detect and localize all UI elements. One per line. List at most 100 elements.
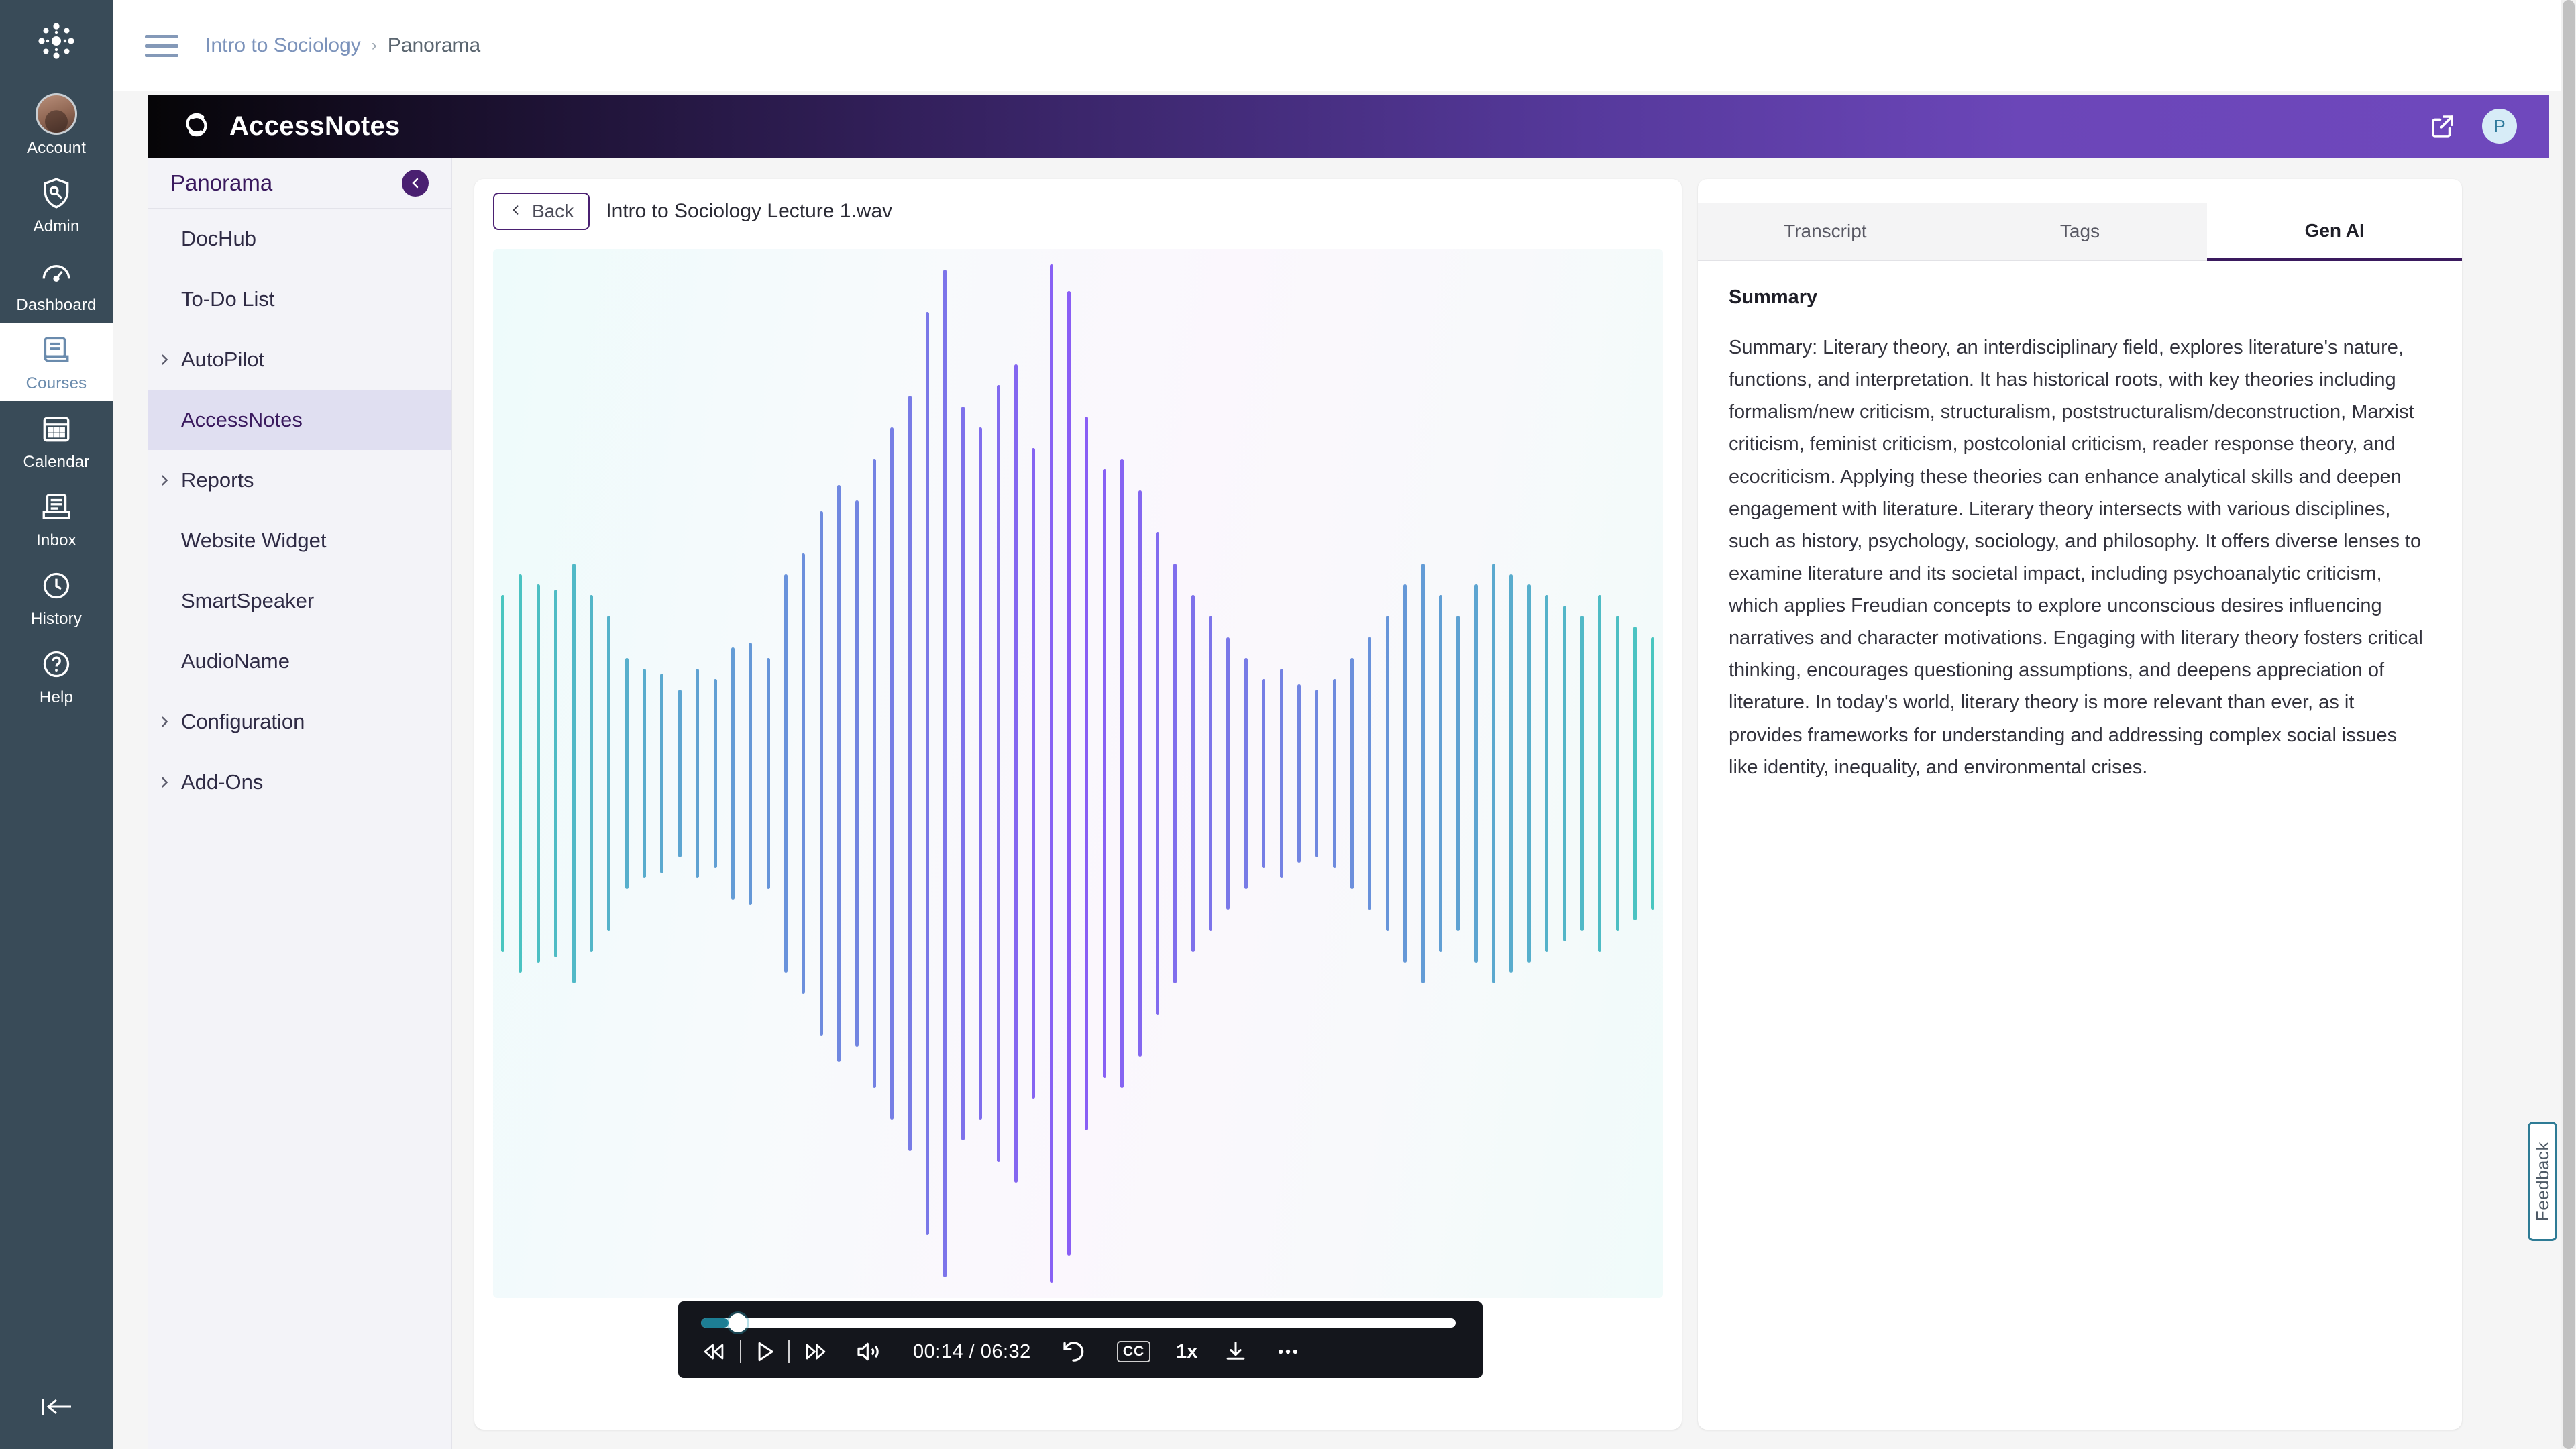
more-options-button[interactable] [1274, 1338, 1302, 1365]
external-link-icon[interactable] [2428, 112, 2457, 140]
waveform-bar [1102, 469, 1106, 1078]
volume-button[interactable] [854, 1338, 883, 1365]
nav-item-dashboard[interactable]: Dashboard [0, 244, 113, 323]
app-header-actions: P [2428, 109, 2517, 144]
waveform-bar [1615, 616, 1619, 931]
fast-forward-button[interactable] [800, 1338, 831, 1365]
summary-text: Summary: Literary theory, an interdiscip… [1729, 337, 2423, 778]
download-button[interactable] [1223, 1338, 1248, 1365]
waveform-bar [625, 657, 629, 890]
waveform-bar [1262, 679, 1266, 868]
back-button-label: Back [532, 201, 574, 221]
book-icon [40, 333, 73, 370]
arrow-left-circle-icon[interactable] [402, 169, 429, 197]
nav-item-label: Dashboard [16, 296, 97, 314]
nav-item-inbox[interactable]: Inbox [0, 480, 113, 558]
seek-track[interactable] [701, 1318, 1456, 1328]
sidebar-item-smartspeaker[interactable]: SmartSpeaker [148, 571, 451, 631]
page-scrollbar[interactable] [2561, 0, 2576, 1449]
seek-thumb-handle[interactable] [728, 1313, 747, 1332]
waveform-bar [696, 668, 700, 879]
sidebar-item-accessnotes[interactable]: AccessNotes [148, 390, 451, 450]
page-scrollbar-thumb[interactable] [2563, 0, 2575, 1449]
canvas-logo-icon[interactable] [36, 20, 77, 65]
inbox-tray-icon [40, 490, 73, 527]
waveform-bars [493, 249, 1663, 1298]
tab-gen-ai[interactable]: Gen AI [2207, 203, 2462, 261]
seek-bar[interactable] [694, 1313, 1466, 1332]
sidebar-item-label: AutoPilot [181, 347, 265, 371]
sidebar-item-website-widget[interactable]: Website Widget [148, 511, 451, 571]
closed-captions-icon[interactable]: CC [1116, 1341, 1151, 1362]
sidebar-item-configuration[interactable]: Configuration [148, 692, 451, 752]
sidebar-item-dochub[interactable]: DocHub [148, 209, 451, 269]
nav-item-help[interactable]: Help [0, 637, 113, 715]
breadcrumb-item-course[interactable]: Intro to Sociology [205, 34, 361, 57]
hamburger-menu-icon[interactable] [145, 29, 178, 63]
waveform-bar [979, 427, 983, 1120]
sidebar-item-label: SmartSpeaker [181, 589, 315, 612]
waveform-bar [1120, 458, 1124, 1089]
nav-item-label: History [30, 610, 83, 628]
waveform-bar [678, 689, 682, 858]
waveform-bar [1315, 689, 1319, 858]
panorama-sidebar: Panorama DocHub To-Do List AutoPilot Acc… [148, 158, 452, 1449]
play-button[interactable] [752, 1338, 777, 1366]
feedback-tab-button[interactable]: Feedback [2528, 1122, 2557, 1241]
sidebar-item-label: To-Do List [181, 287, 275, 311]
avatar[interactable]: P [2482, 109, 2517, 144]
sidebar-item-to-do-list[interactable]: To-Do List [148, 269, 451, 329]
waveform-bar [943, 270, 947, 1277]
waveform-bar [554, 590, 558, 957]
speedometer-icon [40, 255, 73, 292]
collapse-left-icon[interactable] [36, 1393, 76, 1449]
sidebar-item-label: Add-Ons [181, 770, 264, 794]
waveform-bar [1580, 616, 1584, 931]
accessnotes-app-header: AccessNotes P [148, 95, 2549, 158]
waveform-display[interactable] [493, 249, 1663, 1298]
audio-player-card: Back Intro to Sociology Lecture 1.wav [474, 179, 1682, 1430]
replay-button[interactable] [1059, 1338, 1087, 1366]
waveform-bar [1385, 616, 1389, 931]
nav-item-history[interactable]: History [0, 558, 113, 637]
waveform-bar [908, 395, 912, 1152]
waveform-bar [872, 458, 876, 1089]
sidebar-item-autopilot[interactable]: AutoPilot [148, 329, 451, 390]
chevron-right-icon [157, 714, 181, 729]
nav-item-account[interactable]: Account [0, 83, 113, 166]
tab-transcript[interactable]: Transcript [1698, 203, 1953, 260]
sidebar-item-add-ons[interactable]: Add-Ons [148, 752, 451, 812]
waveform-bar [802, 553, 806, 994]
waveform-bar [961, 406, 965, 1141]
nav-item-courses[interactable]: Courses [0, 323, 113, 401]
waveform-bar [1032, 448, 1036, 1099]
question-circle-icon [40, 647, 73, 684]
waveform-bar [855, 500, 859, 1046]
nav-item-calendar[interactable]: Calendar [0, 401, 113, 480]
waveform-bar [1350, 657, 1354, 890]
back-button[interactable]: Back [493, 193, 590, 230]
playback-speed-button[interactable]: 1x [1176, 1341, 1197, 1363]
waveform-bar [819, 511, 823, 1036]
chevron-left-icon [509, 201, 523, 222]
calendar-icon [40, 412, 73, 449]
rewind-button[interactable] [698, 1338, 729, 1365]
waveform-bar [784, 574, 788, 973]
waveform-bar [837, 484, 841, 1063]
app-brand-name: AccessNotes [229, 111, 400, 141]
audio-control-bar: 00:14 / 06:32 CC 1x [678, 1301, 1483, 1378]
waveform-bar [1633, 627, 1637, 920]
waveform-bar [1421, 564, 1425, 983]
sidebar-item-reports[interactable]: Reports [148, 450, 451, 511]
chevron-right-icon [157, 352, 181, 367]
waveform-bar [1527, 584, 1531, 963]
nav-item-label: Account [26, 139, 87, 157]
waveform-bar [1403, 584, 1407, 963]
waveform-bar [519, 574, 523, 973]
waveform-bar [749, 642, 753, 905]
sidebar-item-audioname[interactable]: AudioName [148, 631, 451, 692]
nav-item-label: Calendar [23, 453, 90, 471]
nav-item-admin[interactable]: Admin [0, 166, 113, 244]
seek-progress-fill [701, 1318, 729, 1328]
tab-tags[interactable]: Tags [1953, 203, 2208, 260]
